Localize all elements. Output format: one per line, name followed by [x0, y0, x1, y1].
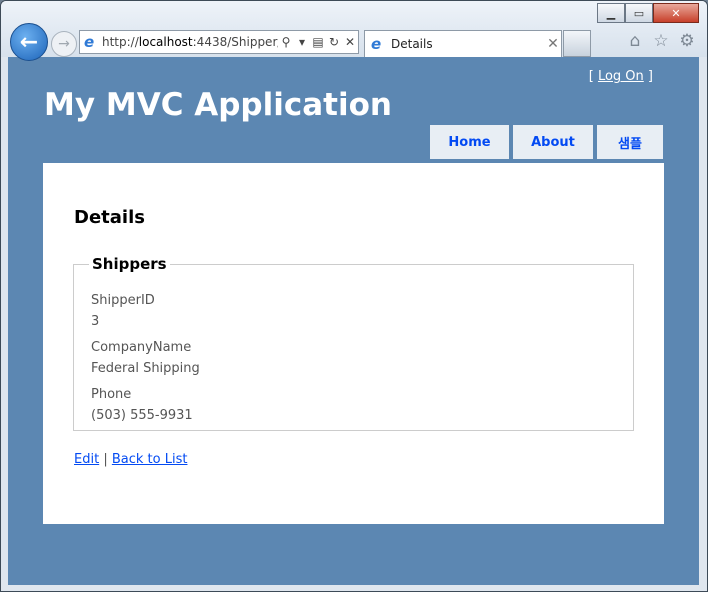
home-icon[interactable]: ⌂ [625, 31, 645, 51]
site-title: My MVC Application [44, 87, 392, 123]
tab-ie-icon: e [371, 35, 382, 53]
shippers-fieldset: Shippers ShipperID 3 CompanyName Federal… [73, 255, 634, 431]
field-value-shipperid: 3 [91, 314, 100, 329]
edit-link[interactable]: Edit [74, 452, 99, 467]
gear-icon[interactable]: ⚙ [677, 31, 697, 51]
field-label-companyname: CompanyName [91, 340, 192, 355]
browser-window: ▁ ▭ ✕ ← → e http://localhost:4438/Shippe… [0, 0, 708, 592]
tab-details[interactable]: e Details ✕ [364, 30, 562, 57]
browser-tools: ⌂ ☆ ⚙ [625, 31, 697, 51]
tab-close-icon[interactable]: ✕ [545, 36, 561, 52]
fieldset-legend: Shippers [92, 255, 167, 273]
menu-home[interactable]: Home [430, 125, 509, 159]
action-separator: | [103, 452, 108, 467]
ie-page-icon: e [84, 33, 95, 51]
address-bar[interactable]: e http://localhost:4438/Shipper/I ⚲ ▾ ▤ … [79, 30, 359, 54]
refresh-icon[interactable]: ↻ [326, 35, 342, 49]
new-tab-button[interactable] [563, 30, 591, 57]
close-button[interactable]: ✕ [653, 3, 699, 23]
minimize-button[interactable]: ▁ [597, 3, 625, 23]
field-value-companyname: Federal Shipping [91, 361, 200, 376]
field-label-phone: Phone [91, 387, 132, 402]
main-content: Details Shippers ShipperID 3 CompanyName… [43, 163, 664, 524]
field-label-shipperid: ShipperID [91, 293, 155, 308]
stop-icon[interactable]: ✕ [342, 35, 358, 49]
page-title: Details [74, 207, 145, 228]
tab-title: Details [391, 37, 433, 51]
main-menu: Home About 샘플 [430, 125, 663, 159]
search-icon[interactable]: ⚲ [278, 35, 294, 49]
favorites-star-icon[interactable]: ☆ [651, 31, 671, 51]
browser-titlebar: ▁ ▭ ✕ ← → e http://localhost:4438/Shippe… [1, 1, 707, 61]
log-on-link[interactable]: Log On [598, 69, 644, 84]
back-to-list-link[interactable]: Back to List [112, 452, 188, 467]
maximize-button[interactable]: ▭ [625, 3, 653, 23]
field-value-phone: (503) 555-9931 [91, 408, 193, 423]
window-controls: ▁ ▭ ✕ [597, 3, 699, 23]
compatibility-view-icon[interactable]: ▤ [310, 35, 326, 49]
login-display: [ Log On ] [588, 69, 653, 84]
dropdown-arrow-icon[interactable]: ▾ [294, 35, 310, 49]
back-button[interactable]: ← [10, 23, 48, 61]
back-arrow-icon: ← [19, 29, 39, 55]
page-viewport: [ Log On ] My MVC Application Home About… [8, 57, 699, 585]
menu-sample[interactable]: 샘플 [597, 125, 663, 159]
menu-about[interactable]: About [513, 125, 593, 159]
address-url[interactable]: http://localhost:4438/Shipper/I [102, 35, 278, 49]
forward-arrow-icon: → [58, 36, 70, 52]
detail-actions: Edit | Back to List [74, 452, 187, 467]
forward-button[interactable]: → [51, 31, 77, 57]
